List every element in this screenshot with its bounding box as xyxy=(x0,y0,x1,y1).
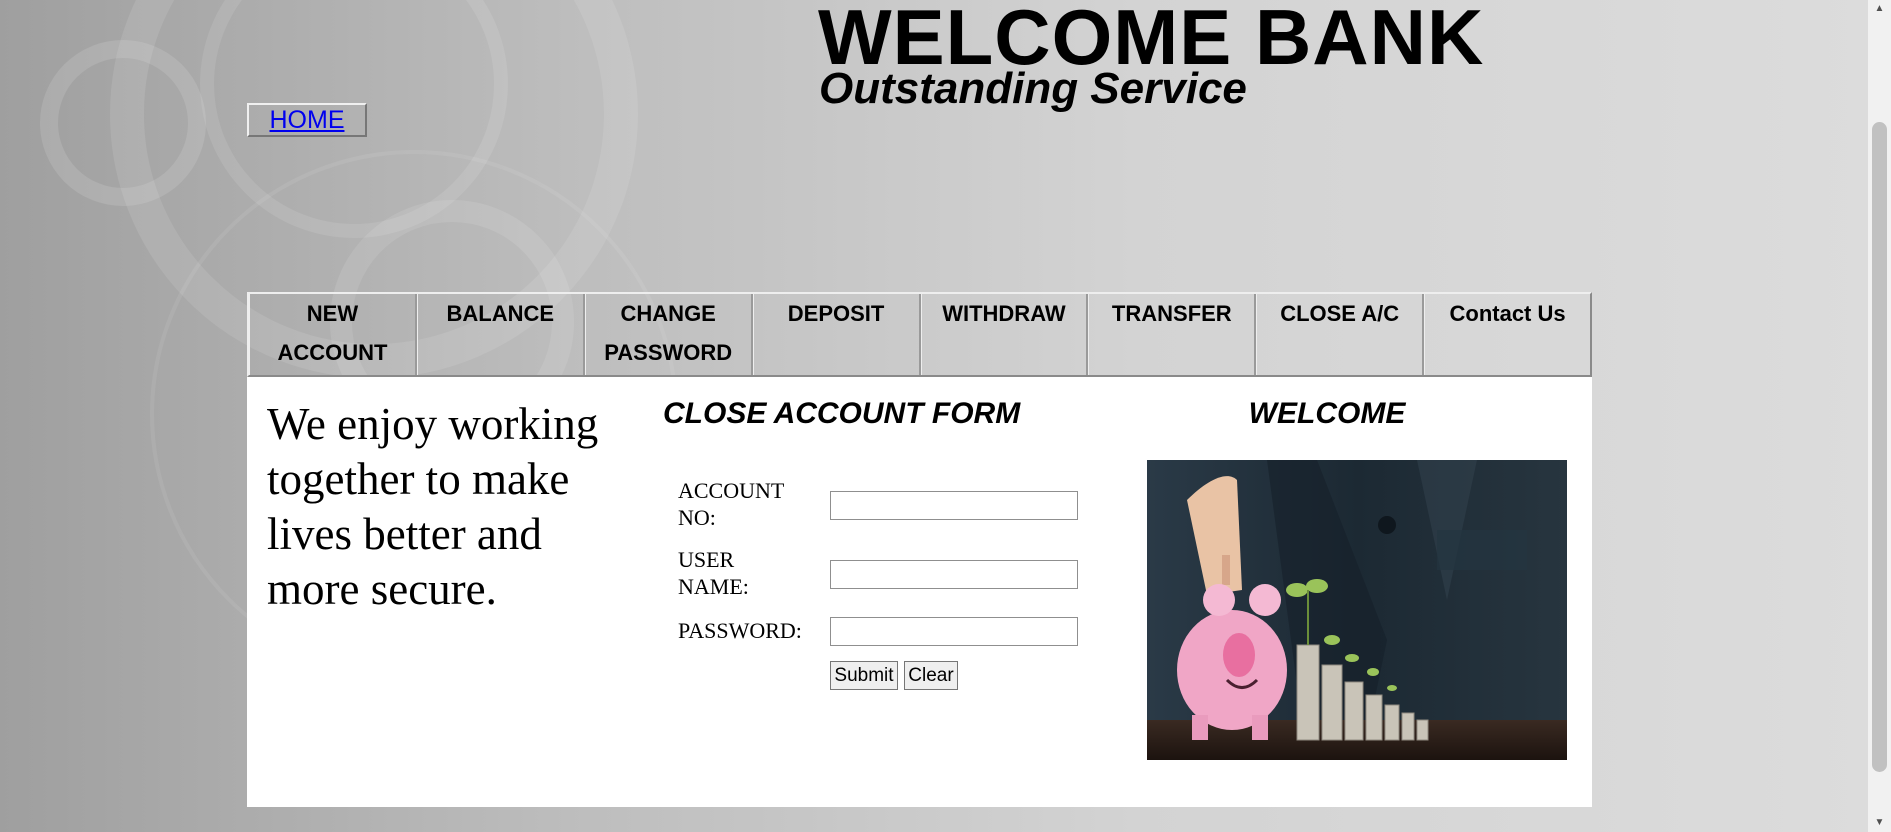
tagline: We enjoy working together to make lives … xyxy=(267,399,599,614)
username-label: USER NAME: xyxy=(678,547,749,599)
welcome-heading: WELCOME xyxy=(1248,397,1406,430)
scrollbar-thumb[interactable] xyxy=(1872,122,1887,772)
account-number-input[interactable] xyxy=(830,491,1078,520)
nav-item-transfer[interactable]: TRANSFER xyxy=(1088,294,1257,375)
scroll-down-icon[interactable]: ▼ xyxy=(1868,814,1891,832)
account-number-label: ACCOUNT NO: xyxy=(678,478,784,530)
nav-item-balance[interactable]: BALANCE xyxy=(416,294,585,375)
submit-button[interactable]: Submit xyxy=(830,661,898,690)
scroll-up-icon[interactable]: ▲ xyxy=(1868,0,1891,18)
nav-item-withdraw[interactable]: WITHDRAW xyxy=(920,294,1089,375)
nav-item-change-password[interactable]: CHANGE PASSWORD xyxy=(584,294,753,375)
vertical-scrollbar[interactable]: ▲ ▼ xyxy=(1868,0,1891,832)
home-link[interactable]: HOME xyxy=(270,106,345,135)
main-nav: NEW ACCOUNT BALANCE CHANGE PASSWORD DEPO… xyxy=(247,292,1592,377)
password-input[interactable] xyxy=(830,617,1078,646)
password-label: PASSWORD: xyxy=(678,618,802,643)
site-subtitle: Outstanding Service xyxy=(819,64,1247,113)
nav-item-close-account[interactable]: CLOSE A/C xyxy=(1256,294,1425,375)
form-title: CLOSE ACCOUNT FORM xyxy=(663,397,1021,430)
nav-item-contact-us[interactable]: Contact Us xyxy=(1424,294,1590,375)
piggy-bank-photo xyxy=(1147,460,1567,760)
nav-item-deposit[interactable]: DEPOSIT xyxy=(752,294,921,375)
main-panel: We enjoy working together to make lives … xyxy=(247,377,1592,807)
clear-button[interactable]: Clear xyxy=(904,661,958,690)
background-circle-decoration xyxy=(40,40,206,206)
username-input[interactable] xyxy=(830,560,1078,589)
nav-item-new-account[interactable]: NEW ACCOUNT xyxy=(249,294,417,375)
home-nav-box: HOME xyxy=(247,103,367,137)
